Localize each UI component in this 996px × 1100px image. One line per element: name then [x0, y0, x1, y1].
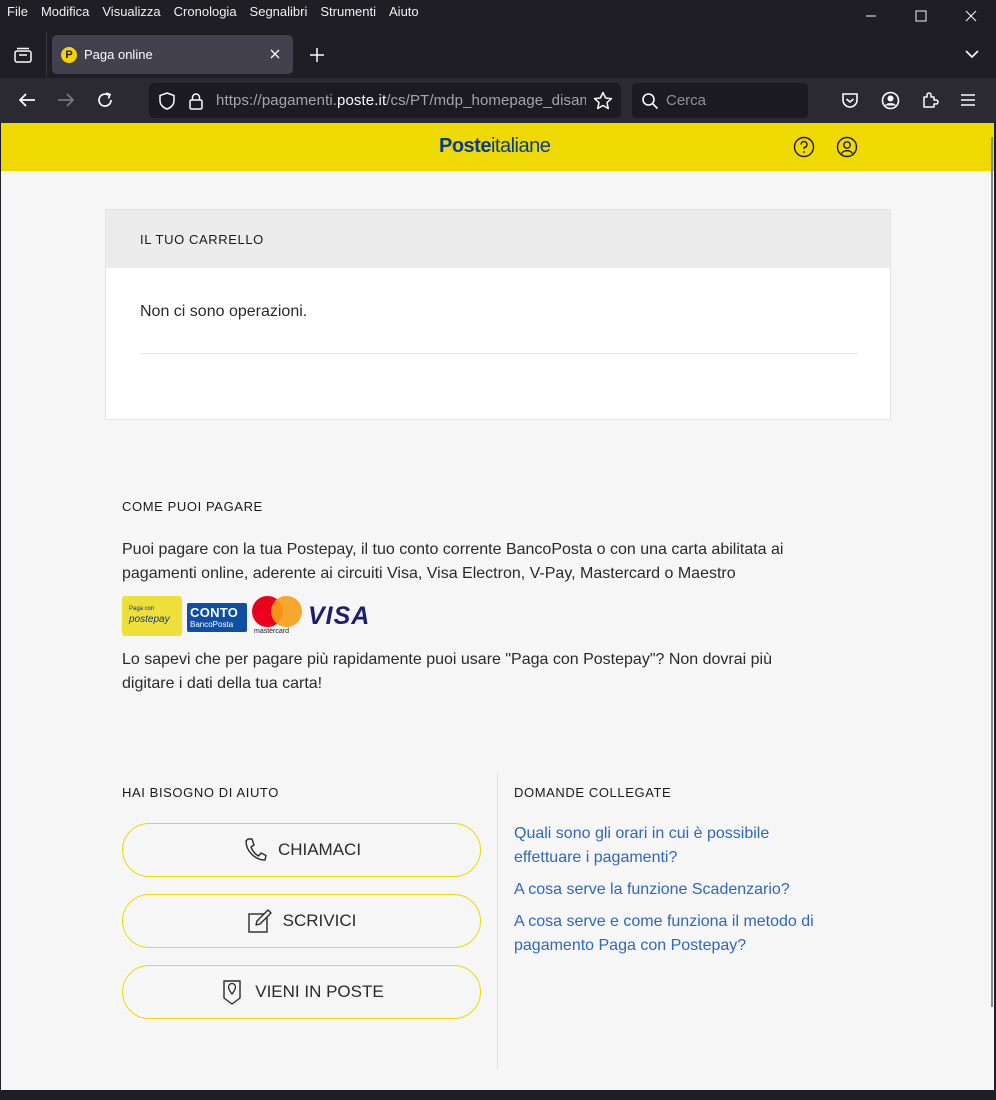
- web-page: Posteitaliane IL TUO CARRELLO Non ci son…: [1, 123, 994, 1090]
- list-all-tabs-button[interactable]: [960, 42, 984, 66]
- close-icon: [965, 10, 977, 22]
- payment-description-line: pagamenti online, aderente ai circuiti V…: [122, 565, 736, 582]
- menu-strumenti[interactable]: Strumenti: [313, 1, 382, 23]
- user-account-icon[interactable]: [836, 136, 858, 158]
- bancoposta-logo-text: CONTO: [190, 605, 239, 620]
- site-header: Posteitaliane: [1, 123, 994, 171]
- folder-tabs-icon: [14, 47, 32, 63]
- postepay-logo: Paga con postepay: [122, 596, 182, 636]
- tab-separator: [46, 32, 47, 76]
- url-text[interactable]: https://pagamenti.poste.it/cs/PT/mdp_hom…: [216, 92, 586, 109]
- pocket-icon: [842, 92, 858, 108]
- menu-visualizza[interactable]: Visualizza: [95, 1, 166, 23]
- search-bar[interactable]: Cerca: [632, 83, 808, 118]
- tab-list-button[interactable]: [8, 40, 38, 70]
- visit-post-office-button[interactable]: VIENI IN POSTE: [122, 965, 481, 1019]
- write-us-button[interactable]: SCRIVICI: [122, 894, 481, 948]
- postepay-tip: Lo sapevi che per pagare più rapidamente…: [122, 648, 772, 696]
- navigation-toolbar: https://pagamenti.poste.it/cs/PT/mdp_hom…: [0, 78, 996, 123]
- menu-modifica[interactable]: Modifica: [34, 1, 95, 23]
- cart-empty-message: Non ci sono operazioni.: [140, 303, 308, 320]
- forward-button[interactable]: [50, 84, 82, 116]
- app-menu-button[interactable]: [952, 84, 984, 116]
- location-icon: [219, 978, 245, 1006]
- puzzle-icon: [923, 92, 939, 108]
- postepay-tip-line: Lo sapevi che per pagare più rapidamente…: [122, 651, 773, 668]
- shield-icon[interactable]: [157, 91, 177, 111]
- phone-icon: [242, 836, 268, 864]
- account-icon: [881, 91, 899, 109]
- postepay-tip-line: digitare i dati della tua carta!: [122, 675, 323, 692]
- menu-cronologia[interactable]: Cronologia: [167, 1, 243, 23]
- faq-link-payment-hours[interactable]: Quali sono gli orari in cui è possibile …: [514, 822, 874, 870]
- new-tab-button[interactable]: [303, 41, 331, 69]
- faq-link-line: Quali sono gli orari in cui è possibile: [514, 825, 770, 842]
- tab-title: Paga online: [84, 47, 153, 62]
- call-us-label: CHIAMACI: [277, 840, 362, 859]
- faq-link-paga-con-postepay[interactable]: A cosa serve e come funziona il metodo d…: [514, 910, 874, 958]
- postepay-logo-caption: Paga con: [129, 606, 155, 612]
- maximize-icon: [915, 10, 927, 22]
- bancoposta-logo: CONTO BancoPosta: [187, 603, 247, 632]
- mastercard-logo: mastercard: [252, 596, 304, 638]
- call-us-button[interactable]: CHIAMACI: [122, 823, 481, 877]
- payment-description-line: Puoi pagare con la tua Postepay, il tuo …: [122, 541, 784, 558]
- hamburger-menu-icon: [961, 94, 975, 106]
- url-bar[interactable]: https://pagamenti.poste.it/cs/PT/mdp_hom…: [149, 83, 621, 118]
- faq-link-line: A cosa serve la funzione Scadenzario?: [514, 881, 790, 898]
- payment-section-title: COME PUOI PAGARE: [122, 499, 263, 514]
- tab-bar: P Paga online: [0, 24, 996, 78]
- tab-close-button[interactable]: [267, 46, 283, 62]
- poste-italiane-logo[interactable]: Posteitaliane: [439, 135, 551, 158]
- search-placeholder: Cerca: [666, 92, 707, 109]
- column-divider: [497, 772, 498, 1069]
- reload-icon: [98, 92, 112, 107]
- bancoposta-logo-caption: BancoPosta: [190, 620, 234, 629]
- arrow-right-icon: [58, 93, 75, 107]
- menu-file[interactable]: File: [0, 1, 34, 23]
- search-icon: [640, 91, 660, 111]
- reload-button[interactable]: [89, 84, 121, 116]
- faq-link-line: A cosa serve e come funziona il metodo d…: [514, 913, 814, 930]
- write-us-label: SCRIVICI: [282, 911, 357, 930]
- back-button[interactable]: [11, 84, 43, 116]
- cart-panel: IL TUO CARRELLO Non ci sono operazioni.: [105, 209, 891, 420]
- edit-icon: [247, 907, 273, 935]
- account-button[interactable]: [874, 84, 906, 116]
- pocket-button[interactable]: [834, 84, 866, 116]
- tab-paga-online[interactable]: P Paga online: [52, 35, 293, 74]
- faq-link-scadenzario[interactable]: A cosa serve la funzione Scadenzario?: [514, 878, 874, 902]
- payment-description: Puoi pagare con la tua Postepay, il tuo …: [122, 538, 783, 586]
- chevron-down-icon: [965, 50, 979, 59]
- faq-link-line: effettuare i pagamenti?: [514, 849, 678, 866]
- related-questions-title: DOMANDE COLLEGATE: [514, 785, 672, 800]
- postepay-logo-text: postepay: [129, 614, 170, 625]
- lock-icon[interactable]: [186, 91, 206, 111]
- visa-logo: VISA: [308, 602, 371, 630]
- help-circle-icon[interactable]: [793, 136, 815, 158]
- faq-link-line: pagamento Paga con Postepay?: [514, 937, 747, 954]
- extensions-button[interactable]: [914, 84, 946, 116]
- mastercard-logo-text: mastercard: [254, 628, 290, 635]
- poste-favicon-icon: P: [61, 46, 77, 63]
- visit-post-office-label: VIENI IN POSTE: [255, 982, 384, 1001]
- scrollbar-thumb[interactable]: [991, 137, 993, 1007]
- minimize-icon: [866, 15, 876, 17]
- arrow-left-icon: [18, 93, 35, 107]
- divider: [140, 353, 858, 354]
- bookmark-star-icon[interactable]: [593, 91, 613, 111]
- cart-title: IL TUO CARRELLO: [106, 210, 890, 268]
- menu-segnalibri[interactable]: Segnalibri: [243, 1, 314, 23]
- help-section-title: HAI BISOGNO DI AIUTO: [122, 785, 279, 800]
- close-icon: [270, 49, 280, 59]
- plus-icon: [310, 48, 324, 62]
- menu-aiuto[interactable]: Aiuto: [382, 1, 425, 23]
- window-bottom-edge: [0, 1090, 996, 1100]
